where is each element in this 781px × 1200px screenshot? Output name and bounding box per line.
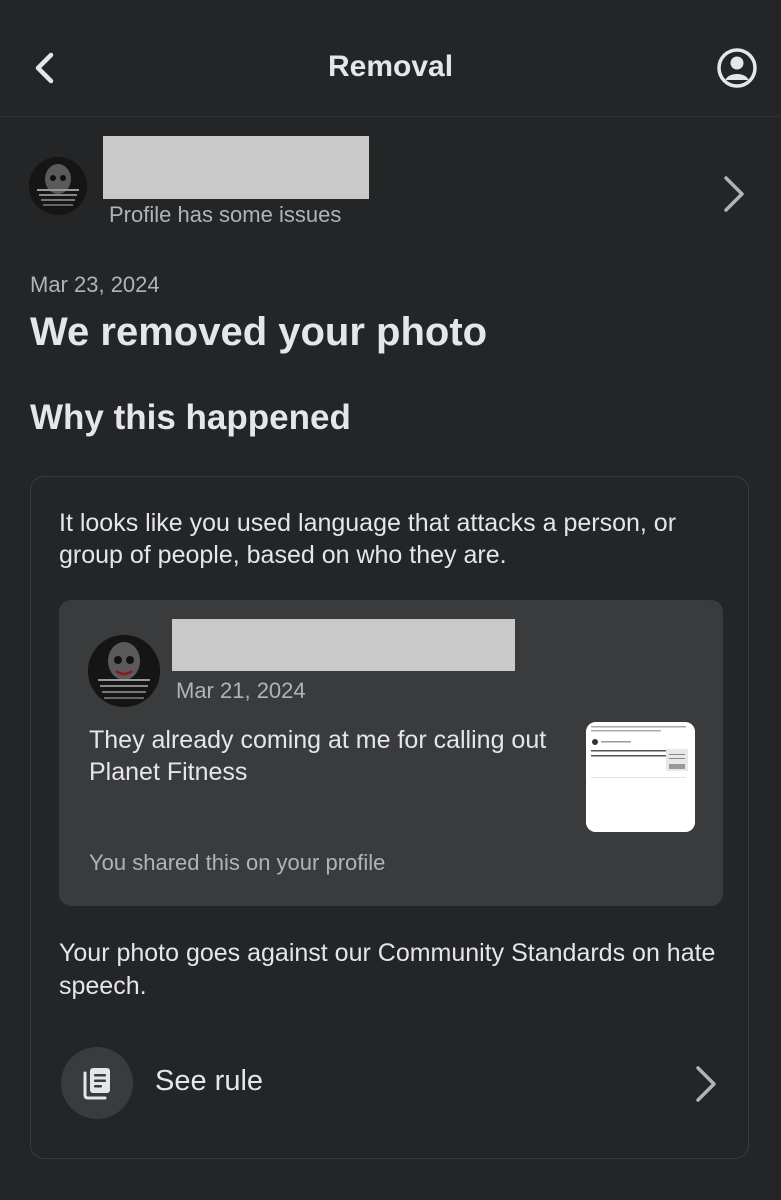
profile-status-text: Profile has some issues bbox=[109, 202, 342, 227]
avatar-image bbox=[88, 635, 160, 707]
page-title: Removal bbox=[327, 50, 454, 83]
profile-status-row[interactable]: Profile has some issues bbox=[0, 130, 781, 240]
post-date: Mar 21, 2024 bbox=[176, 678, 306, 703]
post-text: They already coming at me for calling ou… bbox=[89, 726, 547, 786]
explanation-card: It looks like you used language that att… bbox=[30, 476, 749, 1159]
chevron-right-icon bbox=[724, 176, 744, 212]
account-button[interactable] bbox=[716, 47, 758, 89]
avatar bbox=[29, 157, 87, 215]
see-rule-button[interactable]: See rule bbox=[31, 1037, 748, 1127]
section-title: Why this happened bbox=[30, 398, 351, 437]
redacted-name bbox=[172, 619, 515, 671]
post-avatar bbox=[88, 635, 160, 707]
document-stack-icon bbox=[83, 1068, 110, 1100]
shared-note: You shared this on your profile bbox=[89, 850, 386, 875]
chevron-right-icon bbox=[696, 1066, 716, 1102]
redacted-name bbox=[103, 136, 369, 199]
avatar-image bbox=[29, 157, 87, 215]
see-rule-label: See rule bbox=[155, 1065, 264, 1097]
removed-post-preview: Mar 21, 2024 They already coming at me f… bbox=[59, 600, 723, 906]
account-circle-icon bbox=[717, 48, 757, 88]
top-bar: Removal bbox=[0, 0, 781, 117]
post-photo-thumbnail[interactable] bbox=[586, 722, 695, 832]
removal-reason: It looks like you used language that att… bbox=[59, 509, 677, 569]
violation-text: Your photo goes against our Community St… bbox=[59, 939, 716, 1000]
rule-icon-container bbox=[61, 1047, 133, 1119]
removal-headline: We removed your photo bbox=[30, 310, 488, 354]
screenshot-thumbnail-image bbox=[586, 722, 695, 832]
removal-date: Mar 23, 2024 bbox=[30, 272, 160, 297]
